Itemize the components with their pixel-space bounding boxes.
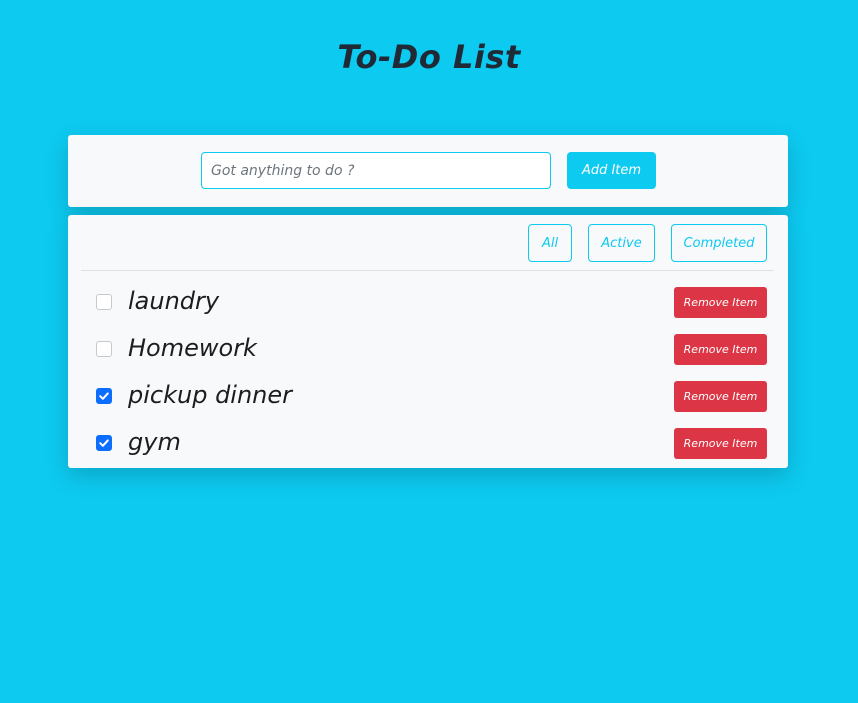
remove-item-button[interactable]: Remove Item <box>674 428 767 459</box>
todo-label: laundry <box>128 287 220 315</box>
remove-item-button[interactable]: Remove Item <box>674 334 767 365</box>
add-item-button[interactable]: Add Item <box>567 152 656 189</box>
todo-item: pickup dinner Remove Item <box>68 373 788 420</box>
todo-item: Homework Remove Item <box>68 326 788 373</box>
filter-active-button[interactable]: Active <box>588 224 655 262</box>
checkmark-icon <box>99 392 109 400</box>
todo-checkbox[interactable] <box>96 341 112 357</box>
todo-list-card: All Active Completed laundry Remove Item… <box>68 215 788 468</box>
checkmark-icon <box>99 439 109 447</box>
todo-checkbox[interactable] <box>96 388 112 404</box>
page-title: To-Do List <box>337 38 521 76</box>
add-item-card: Add Item <box>68 135 788 207</box>
filter-completed-button[interactable]: Completed <box>671 224 767 262</box>
todo-label: pickup dinner <box>128 381 293 409</box>
remove-item-button[interactable]: Remove Item <box>674 381 767 412</box>
todo-item: laundry Remove Item <box>68 279 788 326</box>
todo-label: Homework <box>128 334 257 362</box>
todo-checkbox[interactable] <box>96 294 112 310</box>
filter-all-button[interactable]: All <box>528 224 572 262</box>
todo-item: gym Remove Item <box>68 420 788 467</box>
todo-input[interactable] <box>201 152 551 189</box>
todo-checkbox[interactable] <box>96 435 112 451</box>
todo-label: gym <box>128 428 181 456</box>
filter-divider <box>81 270 774 271</box>
remove-item-button[interactable]: Remove Item <box>674 287 767 318</box>
